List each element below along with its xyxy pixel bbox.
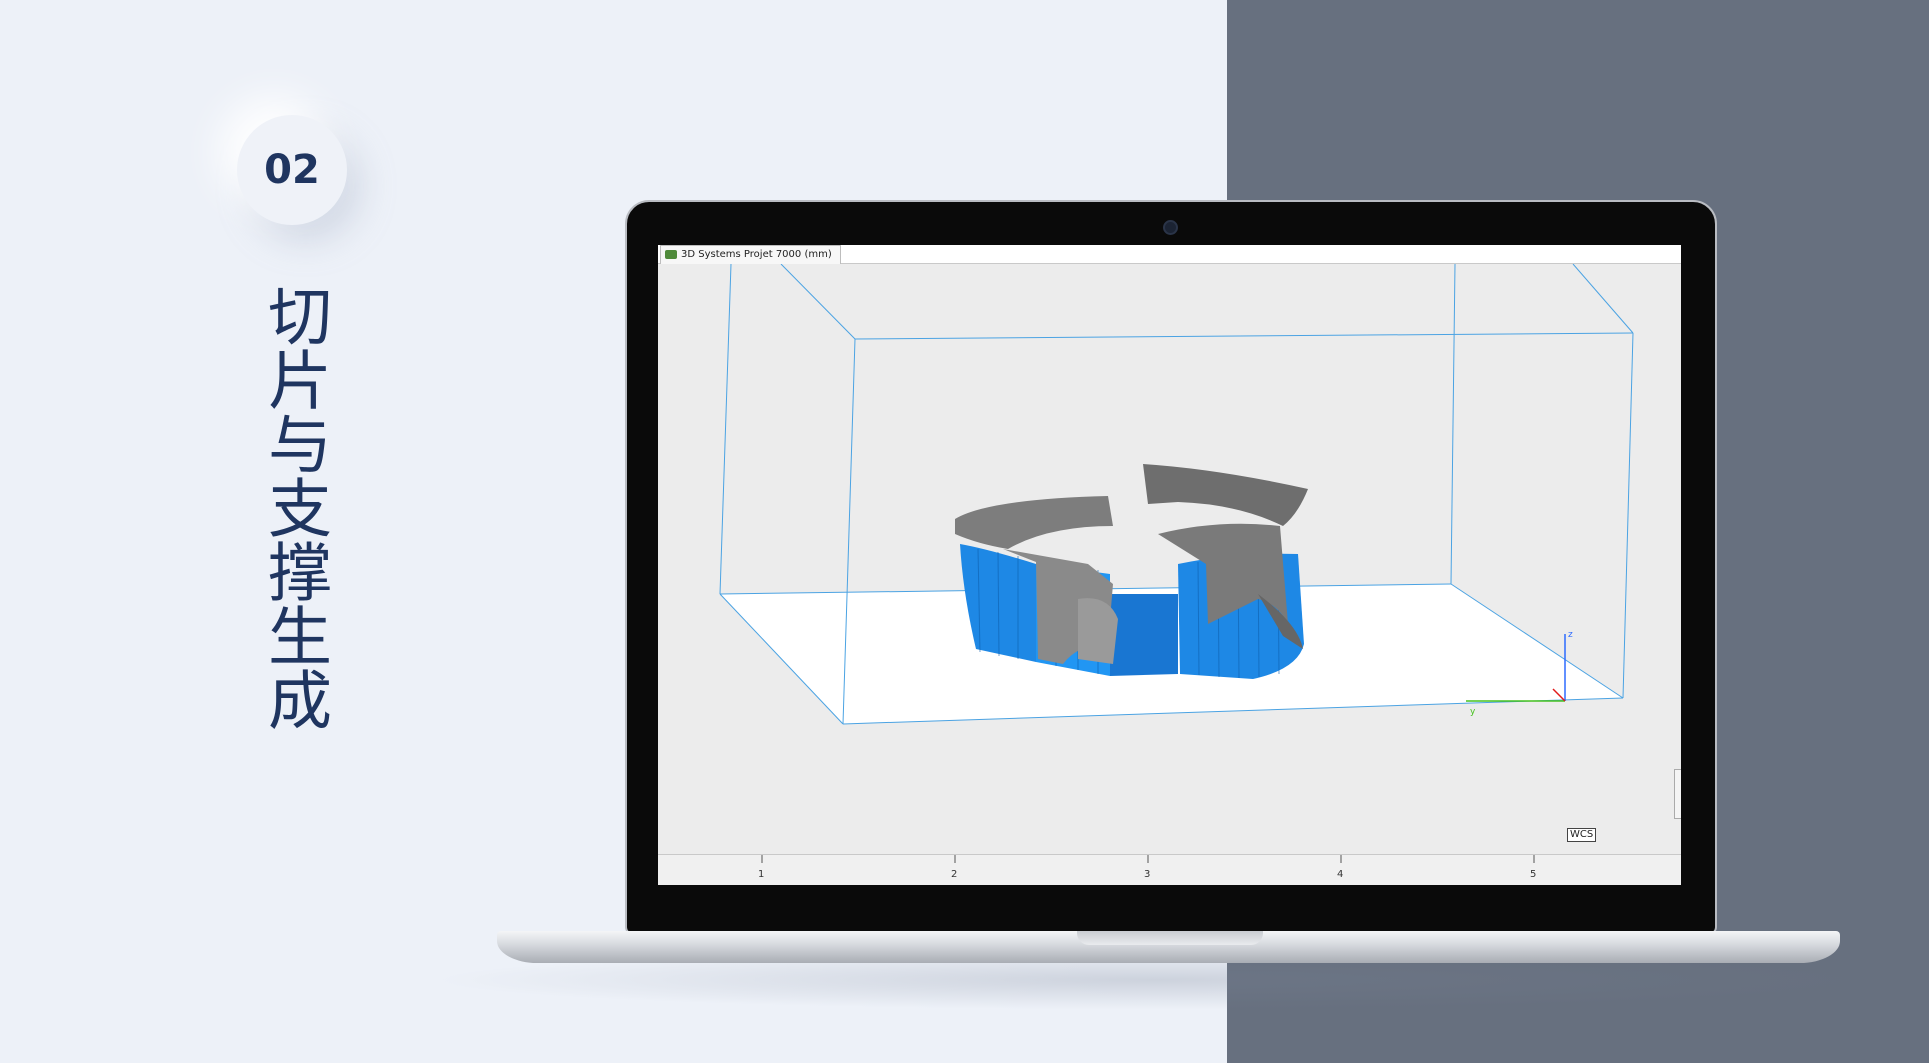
- ruler-label: 2: [951, 869, 958, 880]
- triad-z-label: z: [1568, 630, 1573, 640]
- document-tab[interactable]: 3D Systems Projet 7000 (mm): [660, 245, 841, 264]
- section-number-badge: 02: [237, 115, 347, 225]
- ruler-label: 1: [758, 869, 765, 880]
- laptop-notch: [1077, 931, 1263, 945]
- wcs-label: WCS: [1567, 828, 1597, 842]
- document-tab-label: 3D Systems Projet 7000 (mm): [681, 249, 832, 260]
- bottom-ruler: 1 2 3 4 5: [658, 854, 1681, 885]
- ruler-label: 4: [1337, 869, 1344, 880]
- slide-title: 切片与支撑生成: [257, 283, 331, 731]
- 3d-viewport[interactable]: z y: [658, 264, 1681, 854]
- ruler-label: 5: [1530, 869, 1537, 880]
- app-icon: [665, 250, 677, 259]
- triad-y-label: y: [1470, 707, 1476, 717]
- section-number: 02: [264, 147, 320, 193]
- ruler-ticks: [761, 855, 1535, 863]
- side-handle[interactable]: [1674, 769, 1681, 819]
- laptop-screen: 3D Systems Projet 7000 (mm) z y WCS 1 2 …: [658, 245, 1681, 885]
- tab-bar: 3D Systems Projet 7000 (mm): [658, 245, 1681, 264]
- camera-icon: [1163, 220, 1178, 235]
- ruler-label: 3: [1144, 869, 1151, 880]
